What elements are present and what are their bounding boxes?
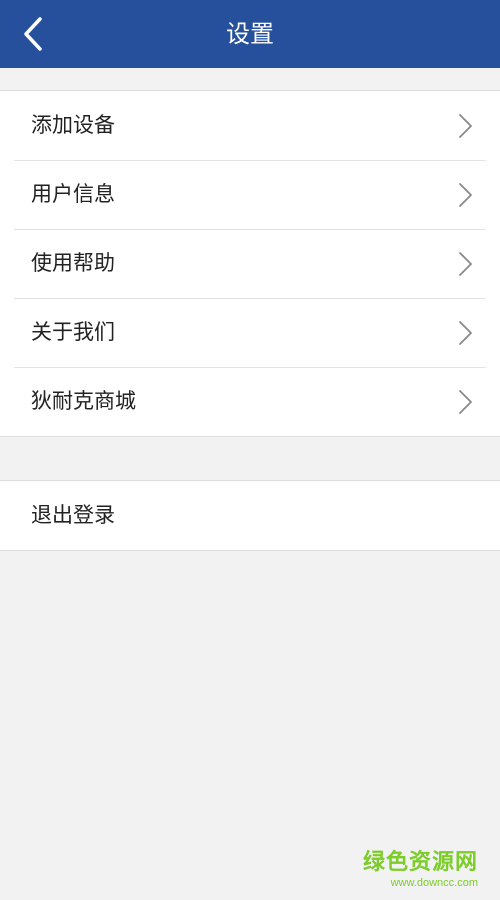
watermark-title: 绿色资源网: [362, 850, 478, 875]
chevron-right-icon: [458, 182, 474, 208]
page-title: 设置: [226, 20, 274, 48]
chevron-right-icon: [458, 320, 474, 346]
menu-item-label: 用户信息: [31, 182, 115, 206]
chevron-left-icon: [24, 17, 42, 51]
logout-label: 退出登录: [31, 503, 115, 527]
watermark-url: www.downcc.com: [390, 877, 478, 889]
menu-item-add-device[interactable]: 添加设备: [0, 91, 500, 160]
menu-item-label: 使用帮助: [31, 251, 115, 275]
menu-item-label: 关于我们: [31, 320, 115, 344]
menu-item-mall[interactable]: 狄耐克商城: [0, 367, 500, 436]
chevron-right-icon: [458, 389, 474, 415]
menu-item-help[interactable]: 使用帮助: [0, 229, 500, 298]
chevron-right-icon: [458, 113, 474, 139]
menu-item-label: 添加设备: [31, 113, 115, 137]
logout-section: 退出登录: [0, 480, 500, 551]
logout-button[interactable]: 退出登录: [0, 481, 500, 550]
back-button[interactable]: [14, 14, 54, 54]
settings-list: 添加设备 用户信息 使用帮助 关于我们 狄耐克商城: [0, 90, 500, 437]
chevron-right-icon: [458, 251, 474, 277]
watermark: 绿色资源网 www.downcc.com: [363, 850, 478, 890]
menu-item-label: 狄耐克商城: [31, 389, 136, 413]
menu-item-about-us[interactable]: 关于我们: [0, 298, 500, 367]
top-bar: 设置: [0, 0, 500, 68]
menu-item-user-info[interactable]: 用户信息: [0, 160, 500, 229]
